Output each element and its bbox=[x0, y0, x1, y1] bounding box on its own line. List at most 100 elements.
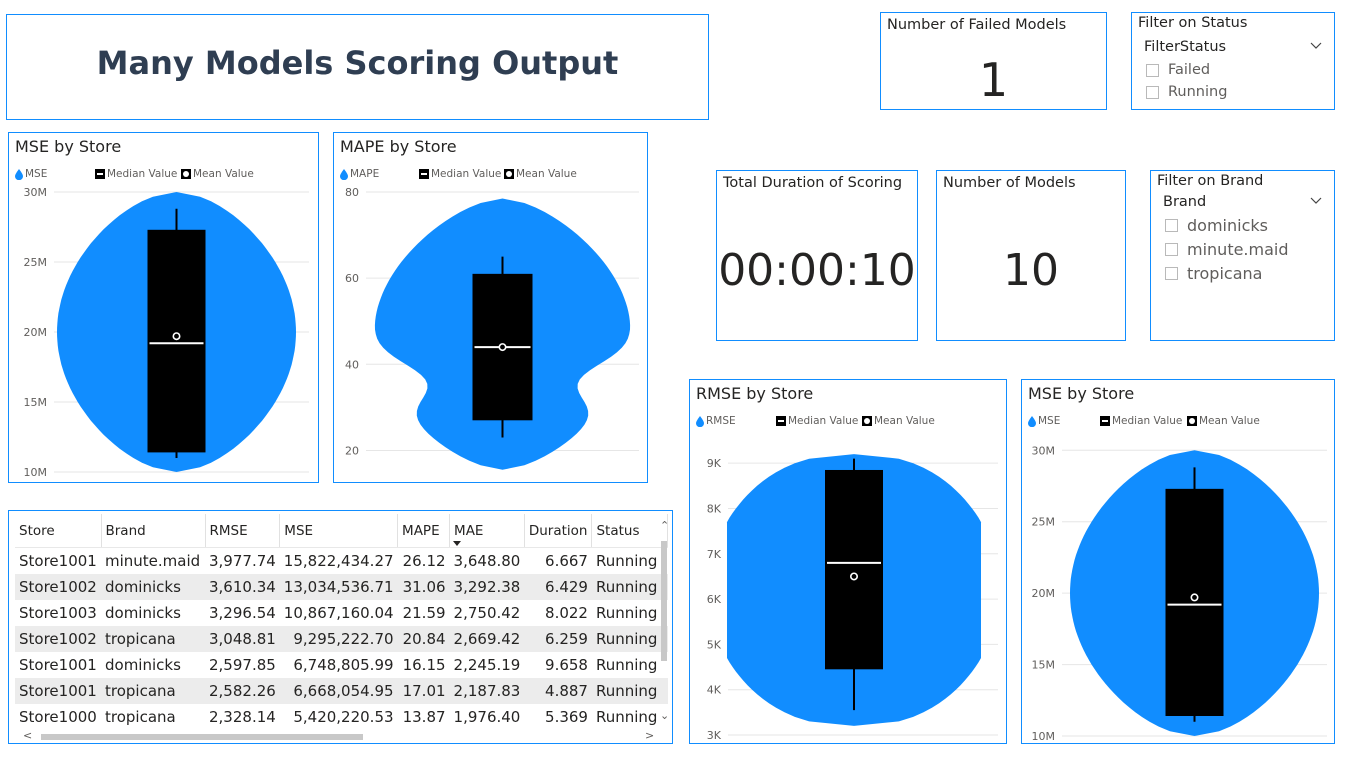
table-cell-store: Store1001 bbox=[15, 677, 101, 704]
failed-models-card-title: Number of Failed Models bbox=[887, 17, 1067, 33]
violin-plot[interactable]: 10M 15M 20M 25M 30M bbox=[9, 133, 318, 482]
horizontal-scrollbar[interactable]: < > bbox=[19, 730, 659, 741]
table-row[interactable]: Store1001 tropicana 2,582.26 6,668,054.95 17… bbox=[15, 677, 668, 704]
y-tick-label: 9K bbox=[707, 457, 722, 470]
vertical-scrollbar[interactable]: ⌃ ⌄ bbox=[658, 511, 670, 733]
mse-by-store-chart-top[interactable]: MSE by Store MSE Median Value Mean Value… bbox=[8, 132, 319, 483]
y-tick-label: 80 bbox=[345, 186, 359, 199]
y-tick-label: 5K bbox=[707, 638, 722, 651]
brand-option-minute-maid[interactable]: minute.maid bbox=[1165, 240, 1289, 259]
table-row[interactable]: Store1002 tropicana 3,048.81 9,295,222.70 20… bbox=[15, 625, 668, 652]
scroll-right-icon[interactable]: > bbox=[645, 730, 654, 741]
brand-option-dominicks[interactable]: dominicks bbox=[1165, 216, 1268, 235]
violin-plot[interactable]: 10M 15M 20M 25M 30M bbox=[1022, 380, 1334, 743]
checkbox-icon[interactable] bbox=[1165, 243, 1178, 256]
column-header-mape[interactable]: MAPE bbox=[397, 514, 451, 548]
total-duration-card[interactable]: Total Duration of Scoring 00:00:10 bbox=[716, 170, 918, 341]
vertical-scroll-thumb[interactable] bbox=[661, 541, 667, 661]
y-tick-label: 40 bbox=[345, 358, 359, 371]
table-cell-mae: 1,976.40 bbox=[453, 707, 521, 726]
column-header-label: MAE bbox=[454, 523, 484, 539]
y-tick-label: 15M bbox=[1032, 659, 1056, 672]
table-cell-mape: 16.15 bbox=[402, 655, 446, 674]
status-filter-dropdown[interactable]: FilterStatus bbox=[1144, 39, 1322, 55]
violin-plot[interactable]: 3K 4K 5K 6K 7K 8K 9K bbox=[690, 380, 1006, 743]
number-of-models-card-value: 10 bbox=[1003, 245, 1059, 296]
table-cell-mape: 21.59 bbox=[402, 603, 446, 622]
scoring-results-table[interactable]: Store Brand RMSE MSE MAPE MAE Duration Status S… bbox=[8, 510, 673, 744]
table-cell-brand: dominicks bbox=[105, 655, 181, 674]
number-of-models-card-title: Number of Models bbox=[943, 175, 1076, 191]
table-row[interactable]: Store1000 tropicana 2,328.14 5,420,220.53 13… bbox=[15, 704, 668, 730]
table-cell-store: Store1000 bbox=[19, 707, 97, 726]
table-cell-mse: 5,420,220.53 bbox=[293, 707, 394, 726]
status-option-running[interactable]: Running bbox=[1146, 84, 1227, 100]
column-header-label: Brand bbox=[105, 523, 146, 539]
brand-option-tropicana[interactable]: tropicana bbox=[1165, 264, 1262, 283]
checkbox-icon[interactable] bbox=[1146, 85, 1159, 99]
table-row[interactable]: Store1001 minute.maid 3,977.74 15,822,434.2… bbox=[15, 548, 668, 574]
mape-by-store-chart[interactable]: MAPE by Store MAPE Median Value Mean Val… bbox=[333, 132, 648, 483]
table-cell-mae: 3,292.38 bbox=[449, 573, 525, 600]
table-cell-store: Store1002 bbox=[15, 625, 101, 652]
status-filter-slicer[interactable]: Filter on Status FilterStatus Failed Run… bbox=[1131, 12, 1335, 110]
y-tick-label: 25M bbox=[24, 256, 48, 269]
column-header-mse[interactable]: MSE bbox=[279, 514, 399, 548]
scroll-left-icon[interactable]: < bbox=[23, 730, 32, 741]
number-of-models-card[interactable]: Number of Models 10 bbox=[936, 170, 1126, 341]
table-row[interactable]: Store1003 dominicks 3,296.54 10,867,160.04 2… bbox=[15, 600, 668, 626]
table-cell-rmse: 2,582.26 bbox=[205, 677, 280, 704]
table-header-row: Store Brand RMSE MSE MAPE MAE Duration Status bbox=[15, 514, 669, 548]
table-cell-duration: 4.887 bbox=[524, 677, 592, 704]
table-row[interactable]: Store1001 dominicks 2,597.85 6,748,805.99 16… bbox=[15, 652, 668, 678]
table-cell-mape: 31.06 bbox=[397, 573, 450, 600]
results-grid[interactable]: Store Brand RMSE MSE MAPE MAE Duration Status S… bbox=[15, 514, 669, 730]
table-cell-duration: 6.429 bbox=[524, 573, 592, 600]
table-cell-brand: tropicana bbox=[101, 677, 205, 704]
brand-option-label: minute.maid bbox=[1187, 240, 1289, 259]
column-header-duration[interactable]: Duration bbox=[524, 514, 593, 548]
table-cell-mse: 10,867,160.04 bbox=[283, 603, 394, 622]
column-header-mae[interactable]: MAE bbox=[449, 514, 525, 548]
checkbox-icon[interactable] bbox=[1146, 63, 1159, 77]
violin-plot[interactable]: 20 40 60 80 bbox=[334, 133, 647, 482]
y-tick-label: 6K bbox=[707, 593, 722, 606]
table-cell-duration: 9.658 bbox=[545, 655, 588, 674]
column-header-brand[interactable]: Brand bbox=[101, 514, 206, 548]
table-cell-mae: 2,245.19 bbox=[453, 655, 521, 674]
brand-filter-dropdown[interactable]: Brand bbox=[1163, 194, 1322, 210]
table-cell-store: Store1002 bbox=[15, 573, 101, 600]
scroll-down-icon[interactable]: ⌄ bbox=[660, 710, 669, 721]
brand-filter-slicer[interactable]: Filter on Brand Brand dominicks minute.m… bbox=[1150, 170, 1335, 341]
brand-filter-field: Brand bbox=[1163, 194, 1207, 210]
brand-filter-title: Filter on Brand bbox=[1157, 173, 1264, 189]
horizontal-scroll-thumb[interactable] bbox=[41, 734, 363, 740]
chevron-down-icon[interactable] bbox=[1310, 39, 1322, 51]
table-cell-duration: 5.369 bbox=[545, 707, 588, 726]
checkbox-icon[interactable] bbox=[1165, 267, 1178, 280]
column-header-status[interactable]: Status bbox=[591, 514, 669, 548]
y-tick-label: 15M bbox=[24, 396, 48, 409]
table-cell-duration: 6.259 bbox=[524, 625, 592, 652]
table-cell-mape: 26.12 bbox=[402, 551, 446, 570]
mse-by-store-chart-bottom[interactable]: MSE by Store MSE Median Value Mean Value… bbox=[1021, 379, 1335, 744]
box-iqr bbox=[147, 229, 206, 453]
mean-marker bbox=[1190, 593, 1199, 602]
column-header-rmse[interactable]: RMSE bbox=[205, 514, 281, 548]
mean-marker bbox=[498, 343, 507, 352]
rmse-by-store-chart[interactable]: RMSE by Store RMSE Median Value Mean Val… bbox=[689, 379, 1007, 744]
y-tick-label: 10M bbox=[24, 466, 48, 479]
table-cell-rmse: 3,296.54 bbox=[209, 603, 276, 622]
table-cell-mse: 13,034,536.71 bbox=[279, 573, 398, 600]
chevron-down-icon[interactable] bbox=[1310, 194, 1322, 206]
table-cell-mae: 2,187.83 bbox=[449, 677, 525, 704]
checkbox-icon[interactable] bbox=[1165, 219, 1178, 232]
y-tick-label: 10M bbox=[1032, 730, 1056, 743]
column-header-store[interactable]: Store bbox=[15, 514, 102, 548]
sort-descending-icon[interactable] bbox=[453, 541, 462, 546]
table-row[interactable]: Store1002 dominicks 3,610.34 13,034,536.71 3… bbox=[15, 573, 668, 600]
failed-models-card[interactable]: Number of Failed Models 1 bbox=[880, 12, 1107, 110]
scroll-up-icon[interactable]: ⌃ bbox=[660, 520, 669, 531]
table-cell-rmse: 2,328.14 bbox=[209, 707, 276, 726]
status-option-failed[interactable]: Failed bbox=[1146, 62, 1210, 78]
